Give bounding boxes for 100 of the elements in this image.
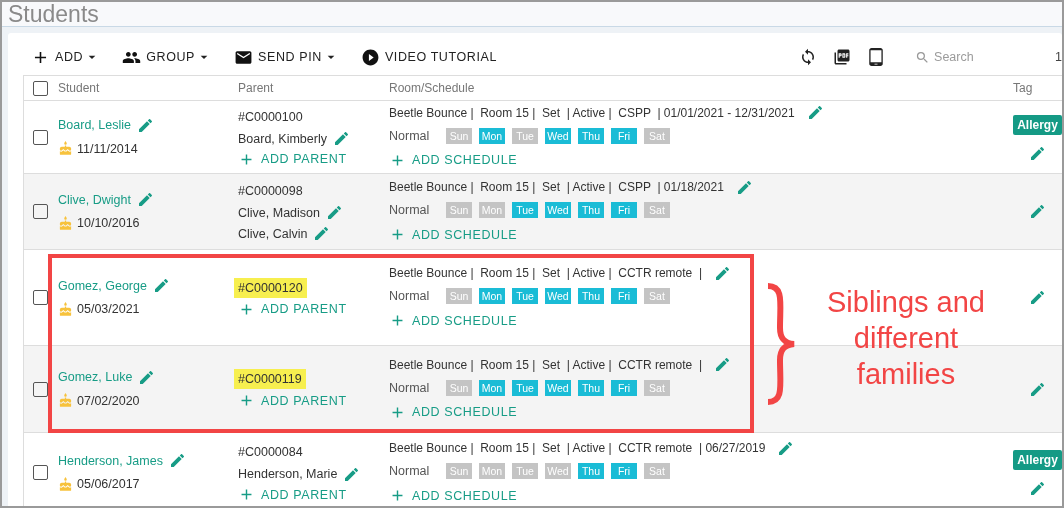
student-name[interactable]: Henderson, James (58, 453, 163, 468)
day-chip: Wed (545, 463, 571, 479)
add-parent-link[interactable]: ADD PARENT (238, 150, 389, 168)
pencil-icon[interactable] (328, 206, 341, 219)
day-chip: Sun (446, 127, 472, 144)
schedule-summary: Beetle Bounce | Room 15 | Set | Active | CCTR remote | (389, 266, 703, 280)
plan-type: Normal (389, 380, 431, 395)
day-chip: Sun (446, 463, 472, 479)
plan-type: Normal (389, 203, 431, 217)
family-id: #C0000098 (237, 182, 304, 200)
tag-badge: Allergy (1013, 450, 1062, 470)
pencil-icon[interactable] (1031, 205, 1044, 218)
toolbar-button[interactable]: GROUP (122, 47, 213, 67)
row-checkbox[interactable] (33, 129, 48, 145)
row-checkbox[interactable] (33, 465, 48, 480)
select-all-checkbox[interactable] (33, 80, 48, 96)
document-icon[interactable] (833, 48, 852, 66)
add-schedule-link[interactable]: ADD SCHEDULE (389, 226, 1013, 243)
day-chip: Thu (578, 202, 604, 218)
day-chip: Mon (479, 463, 505, 479)
toolbar-button[interactable]: SEND PIN (234, 47, 339, 67)
birth-date: 10/10/2016 (77, 216, 140, 230)
plan-type: Normal (389, 128, 431, 143)
page-counter: 1 (1055, 50, 1062, 64)
birth-date: 11/11/2014 (77, 141, 138, 156)
family-id: #C0000100 (237, 108, 304, 126)
day-chip: Wed (545, 202, 571, 218)
pencil-icon[interactable] (716, 266, 730, 280)
day-chip: Sat (644, 127, 670, 144)
pencil-icon[interactable] (1031, 146, 1044, 160)
day-chip: Tue (512, 463, 538, 479)
plan-type: Normal (389, 289, 431, 303)
pencil-icon[interactable] (1031, 482, 1044, 495)
pencil-icon[interactable] (170, 454, 184, 467)
day-chip: Sat (644, 202, 670, 218)
column-header: Student (58, 81, 101, 95)
day-chip: Tue (512, 202, 538, 218)
day-chip: Wed (545, 127, 571, 144)
day-chip: Tue (512, 288, 538, 304)
cake-icon (58, 393, 73, 408)
family-id: #C0000084 (237, 444, 304, 461)
birth-date: 05/03/2021 (77, 302, 140, 316)
toolbar-button[interactable]: VIDEO TUTORIAL (360, 47, 498, 67)
day-chip: Fri (611, 379, 637, 396)
day-chip: Sun (446, 288, 472, 304)
day-chip: Sat (644, 379, 670, 396)
pencil-icon[interactable] (315, 227, 329, 240)
plan-type: Normal (389, 464, 431, 478)
tablet-icon[interactable] (867, 48, 886, 66)
pencil-icon[interactable] (138, 118, 152, 132)
pencil-icon[interactable] (737, 180, 751, 194)
add-schedule-link[interactable]: ADD SCHEDULE (389, 487, 1013, 504)
pencil-icon[interactable] (334, 132, 348, 145)
day-chip: Mon (479, 379, 505, 396)
day-chip: Sat (644, 463, 670, 479)
cake-icon (58, 301, 73, 317)
add-parent-link[interactable]: ADD PARENT (238, 486, 389, 503)
row-checkbox[interactable] (33, 381, 48, 397)
add-parent-link[interactable]: ADD PARENT (238, 300, 389, 318)
row-checkbox[interactable] (33, 290, 48, 305)
pencil-icon[interactable] (138, 193, 152, 206)
column-header: Room/Schedule (389, 81, 476, 95)
day-chip: Mon (479, 127, 505, 144)
annotation-text: Siblings and different families (826, 285, 986, 392)
cake-icon (58, 141, 73, 156)
parent-name: Clive, Calvin (238, 226, 308, 241)
day-chip: Fri (611, 127, 637, 144)
student-name[interactable]: Board, Leslie (58, 118, 131, 132)
day-chip: Wed (545, 288, 571, 304)
pencil-icon[interactable] (808, 106, 822, 119)
row-checkbox[interactable] (33, 204, 48, 219)
parent-name: Clive, Madison (238, 205, 320, 220)
add-parent-link[interactable]: ADD PARENT (238, 392, 389, 409)
tag-badge: Allergy (1013, 114, 1062, 135)
student-name[interactable]: Clive, Dwight (58, 192, 131, 207)
pencil-icon[interactable] (154, 279, 168, 292)
student-name[interactable]: Gomez, George (58, 278, 147, 293)
student-name[interactable]: Gomez, Luke (58, 370, 133, 384)
schedule-summary: Beetle Bounce | Room 15 | Set | Active | CCTR remote | 06/27/2019 (389, 441, 766, 455)
pencil-icon[interactable] (140, 370, 154, 384)
pencil-icon[interactable] (779, 441, 793, 455)
day-chip: Thu (578, 288, 604, 304)
add-schedule-link[interactable]: ADD SCHEDULE (389, 151, 1013, 169)
column-header: Parent (238, 81, 275, 95)
family-id: #C0000120 (234, 277, 307, 298)
page-title: Students (8, 2, 99, 26)
pencil-icon[interactable] (1031, 291, 1044, 304)
day-chip: Sat (644, 288, 670, 304)
day-chip: Mon (479, 288, 505, 304)
pencil-icon[interactable] (716, 358, 730, 371)
day-chip: Sun (446, 379, 472, 396)
day-chip: Thu (578, 463, 604, 479)
day-chip: Fri (611, 463, 637, 479)
schedule-summary: Beetle Bounce | Room 15 | Set | Active | CSPP | 01/01/2021 - 12/31/2021 (389, 105, 795, 120)
toolbar-button[interactable]: ADD (31, 47, 101, 67)
pencil-icon[interactable] (1031, 382, 1044, 396)
pencil-icon[interactable] (345, 467, 359, 481)
schedule-summary: Beetle Bounce | Room 15 | Set | Active | CSPP | 01/18/2021 (389, 180, 724, 194)
add-schedule-link[interactable]: ADD SCHEDULE (389, 403, 1013, 421)
day-chip: Fri (611, 288, 637, 304)
